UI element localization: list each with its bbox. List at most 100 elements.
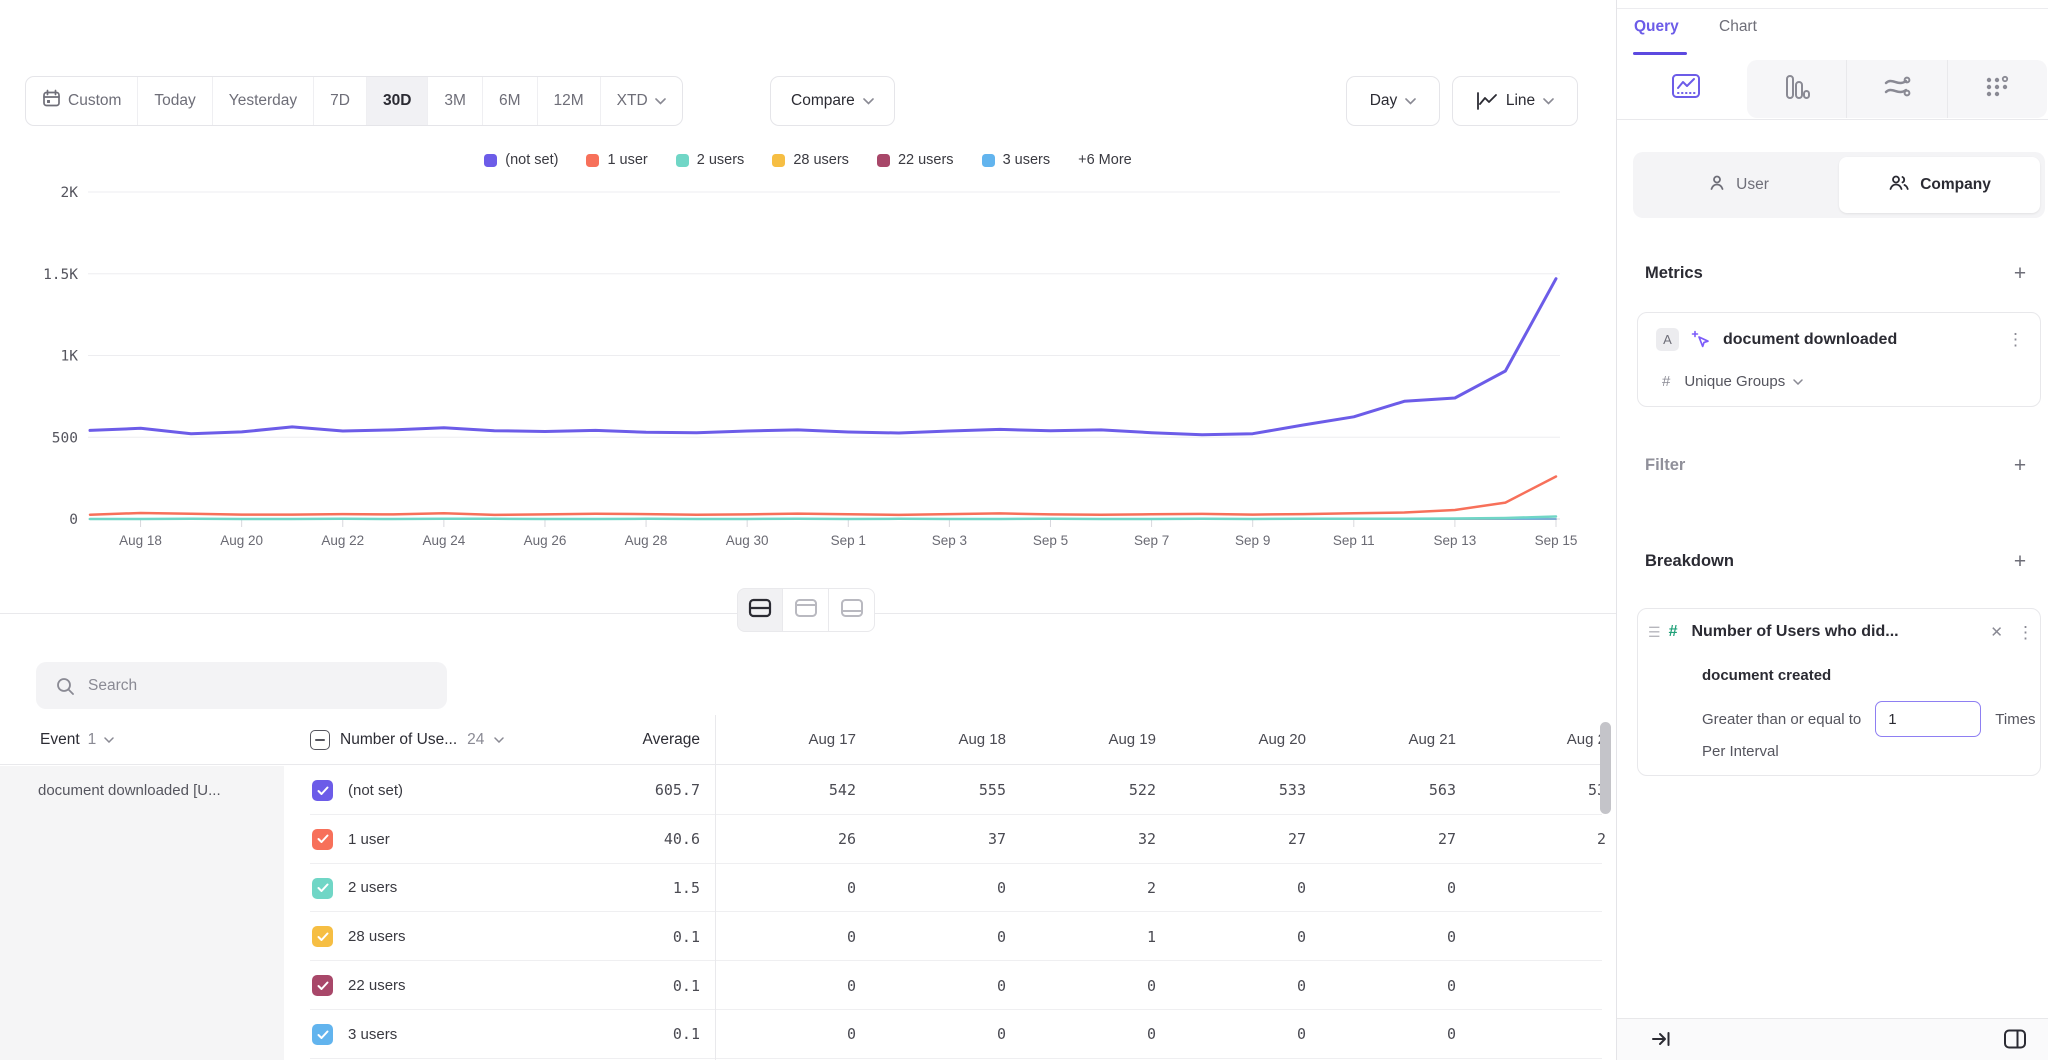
line-chart-tab[interactable]	[1625, 58, 1747, 119]
collapse-panel-icon[interactable]	[1651, 1029, 1673, 1054]
add-metric-button[interactable]: +	[2008, 262, 2032, 286]
measure-dropdown[interactable]: Unique Groups	[1684, 373, 1803, 390]
data-cell	[1456, 864, 1606, 913]
close-icon[interactable]: ✕	[1984, 623, 2009, 641]
table-vertical-scrollbar[interactable]	[1600, 722, 1611, 814]
chart-type-strip	[1747, 60, 2047, 118]
scope-option-user[interactable]: User	[1638, 157, 1839, 213]
scope-toggle: User Company	[1633, 152, 2045, 218]
date-column-header: Aug 20	[1156, 715, 1306, 764]
metric-event-name[interactable]: document downloaded	[1723, 331, 1995, 349]
average-value: 40.6	[540, 815, 700, 864]
data-cell: 1	[1006, 912, 1156, 961]
breakdown-heading: Breakdown	[1645, 552, 1734, 571]
x-axis-label: Sep 1	[831, 533, 866, 548]
y-axis-label: 1K	[61, 349, 79, 365]
x-axis-label: Aug 18	[119, 533, 162, 548]
data-cell	[1456, 961, 1606, 1010]
group-column-header[interactable]: Number of Use... 24	[310, 715, 504, 764]
data-cell: 563	[1306, 766, 1456, 815]
person-icon	[1708, 174, 1726, 197]
series-checkbox[interactable]	[312, 878, 333, 899]
data-cell: 0	[706, 912, 856, 961]
y-axis-label: 1.5K	[43, 267, 78, 283]
tab-chart[interactable]: Chart	[1719, 18, 1757, 36]
breakdown-condition[interactable]: Greater than or equal to	[1702, 711, 1861, 728]
series-checkbox[interactable]	[312, 780, 333, 801]
series-checkbox[interactable]	[312, 926, 333, 947]
date-column-header: Aug 18	[856, 715, 1006, 764]
data-cell: 0	[706, 961, 856, 1010]
data-cell: 0	[1006, 961, 1156, 1010]
select-all-checkbox[interactable]	[310, 730, 330, 750]
chevron-down-icon	[1793, 379, 1803, 385]
table-only-view-button[interactable]	[829, 588, 875, 632]
breakdown-event-name[interactable]: document created	[1702, 667, 1831, 684]
data-cell: 37	[856, 815, 1006, 864]
sidebar-top-divider	[1617, 8, 2048, 9]
measure-hash: #	[1662, 373, 1670, 390]
scope-option-company[interactable]: Company	[1839, 157, 2040, 213]
drag-handle-icon[interactable]: ☰	[1648, 624, 1661, 641]
data-cell	[1456, 912, 1606, 961]
breakdown-title: Number of Users who did...	[1685, 623, 1976, 641]
data-cell: 542	[706, 766, 856, 815]
query-sidebar: Query Chart	[1616, 0, 2048, 1060]
tab-query[interactable]: Query	[1634, 18, 1679, 36]
data-cell: 533	[1156, 766, 1306, 815]
y-axis-label: 0	[69, 512, 78, 528]
breakdown-kebab-icon[interactable]: ⋮	[2017, 624, 2034, 641]
event-list-item[interactable]: document downloaded [U...	[0, 766, 284, 815]
data-cell: 0	[706, 864, 856, 913]
search-input[interactable]	[88, 677, 427, 695]
breakdown-card: ☰ # Number of Users who did... ✕ ⋮ docum…	[1637, 608, 2041, 776]
bar-chart-tab[interactable]	[1747, 60, 1846, 118]
x-axis-label: Sep 3	[932, 533, 967, 548]
group-count: 24	[467, 731, 484, 749]
data-cell: 0	[1306, 912, 1456, 961]
per-interval-label[interactable]: Per Interval	[1702, 743, 1779, 760]
chart-only-view-icon	[794, 598, 818, 623]
series-label: (not set)	[348, 766, 403, 815]
series-checkbox[interactable]	[312, 975, 333, 996]
table-only-view-icon	[840, 598, 864, 623]
data-cell: 0	[1006, 1010, 1156, 1059]
metric-card[interactable]: A document downloaded ⋮ # Unique Groups	[1637, 312, 2041, 407]
layout-toggle	[737, 588, 875, 632]
event-list-panel: document downloaded [U...	[0, 766, 284, 1060]
data-cell: 0	[1306, 1010, 1456, 1059]
table-header: Event 1 Number of Use... 24 Average Aug …	[0, 715, 1616, 764]
more-chart-types-tab[interactable]	[1947, 60, 2047, 118]
filter-heading: Filter	[1645, 456, 1685, 475]
side-panel-icon[interactable]	[2003, 1028, 2027, 1055]
add-breakdown-button[interactable]: +	[2008, 550, 2032, 574]
series-checkbox[interactable]	[312, 829, 333, 850]
flow-chart-tab[interactable]	[1846, 60, 1946, 118]
date-column-header: Aug 21	[1306, 715, 1456, 764]
data-cell	[1456, 1010, 1606, 1059]
add-filter-button[interactable]: +	[2008, 454, 2032, 478]
times-value-input[interactable]	[1875, 701, 1981, 737]
analytics-app: CustomTodayYesterday7D30D3M6M12MXTD Comp…	[0, 0, 2048, 1060]
search-icon	[56, 677, 74, 695]
metric-kebab-icon[interactable]: ⋮	[2007, 331, 2024, 348]
data-cell: 53	[1456, 766, 1606, 815]
data-cell: 0	[1156, 961, 1306, 1010]
series-line--not-set-	[90, 279, 1556, 435]
x-axis-label: Sep 7	[1134, 533, 1169, 548]
event-column-header[interactable]: Event 1	[40, 715, 114, 764]
x-axis-label: Aug 24	[422, 533, 465, 548]
split-view-button[interactable]	[737, 588, 783, 632]
series-label: 22 users	[348, 961, 406, 1010]
scope-user-label: User	[1736, 176, 1769, 194]
series-checkbox[interactable]	[312, 1024, 333, 1045]
metrics-heading: Metrics	[1645, 264, 1703, 283]
data-cell: 32	[1006, 815, 1156, 864]
average-value: 605.7	[540, 766, 700, 815]
x-axis-label: Sep 13	[1433, 533, 1476, 548]
split-view-icon	[748, 598, 772, 623]
x-axis-label: Aug 22	[321, 533, 364, 548]
date-column-header: Aug 2	[1456, 715, 1606, 764]
chart-only-view-button[interactable]	[783, 588, 829, 632]
data-cell: 0	[856, 1010, 1006, 1059]
